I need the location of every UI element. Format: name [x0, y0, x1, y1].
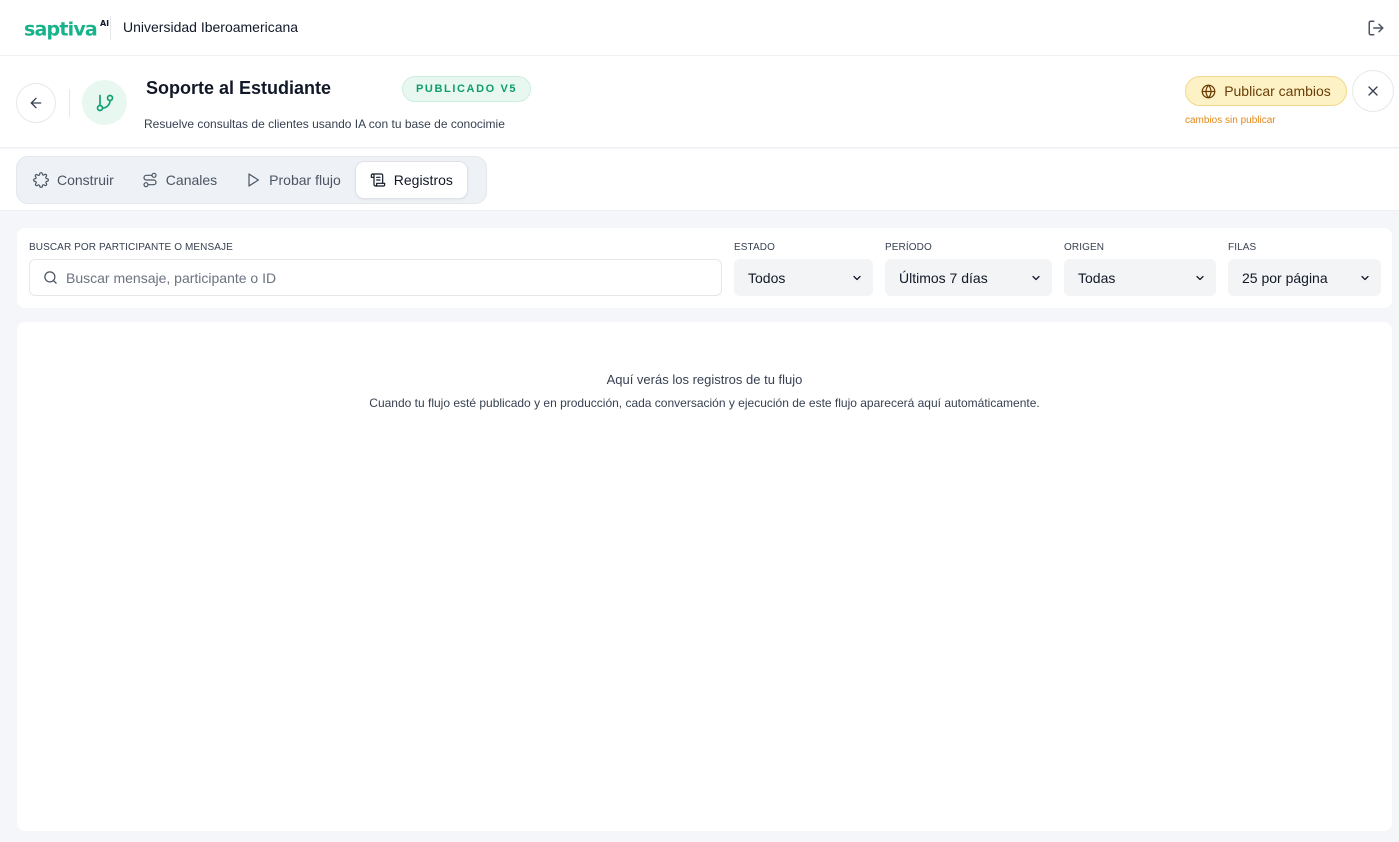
publish-changes-button[interactable]: Publicar cambios	[1185, 76, 1347, 106]
periodo-select[interactable]: Últimos 7 días	[885, 259, 1052, 296]
origen-value: Todas	[1078, 269, 1116, 286]
tab-construir[interactable]: Construir	[19, 161, 128, 199]
logout-icon[interactable]	[1367, 19, 1385, 37]
origen-label: ORIGEN	[1064, 242, 1105, 253]
tab-label: Construir	[57, 172, 114, 188]
tab-registros[interactable]: Registros	[354, 161, 468, 199]
git-branch-icon	[82, 80, 127, 125]
tab-probar-flujo[interactable]: Probar flujo	[231, 161, 355, 199]
publish-label: Publicar cambios	[1224, 83, 1331, 99]
divider	[110, 16, 111, 40]
play-icon	[248, 173, 260, 187]
chevron-down-icon	[1196, 275, 1204, 280]
brand-logo[interactable]: saptiva AI	[24, 14, 109, 41]
top-bar: saptiva AI Universidad Iberoamericana	[0, 0, 1399, 56]
scroll-icon	[370, 173, 386, 187]
tab-label: Registros	[393, 172, 453, 188]
puzzle-icon	[33, 172, 49, 188]
tab-label: Probar flujo	[269, 172, 341, 188]
empty-state-subtitle: Cuando tu flujo esté publicado y en prod…	[369, 396, 1040, 410]
filas-value: 25 por página	[1242, 269, 1328, 286]
estado-value: Todos	[748, 269, 786, 286]
periodo-value: Últimos 7 días	[899, 269, 988, 286]
chevron-down-icon	[1361, 275, 1369, 280]
globe-icon	[1201, 84, 1216, 98]
search-field[interactable]	[29, 259, 722, 296]
flow-header: Soporte al Estudiante PUBLICADO V5 Resue…	[0, 56, 1399, 148]
search-icon	[44, 271, 57, 284]
divider	[69, 89, 70, 117]
tab-label: Canales	[165, 172, 218, 188]
filas-label: FILAS	[1228, 242, 1257, 253]
page-title: Soporte al Estudiante	[146, 78, 332, 98]
tab-canales[interactable]: Canales	[128, 161, 231, 199]
close-icon	[1368, 86, 1378, 96]
logs-panel: Aquí verás los registros de tu flujo Cua…	[17, 322, 1392, 831]
search-input[interactable]	[66, 269, 686, 286]
back-button[interactable]	[16, 83, 56, 123]
estado-select[interactable]: Todos	[734, 259, 873, 296]
estado-label: ESTADO	[734, 242, 775, 253]
unpublished-note: cambios sin publicar	[1185, 115, 1276, 126]
tabs-area: Construir Canales Probar flujo Registros	[0, 149, 1399, 211]
close-button[interactable]	[1352, 70, 1394, 112]
status-badge: PUBLICADO V5	[402, 76, 532, 102]
tab-bar: Construir Canales Probar flujo Registros	[16, 156, 487, 204]
arrow-left-icon	[30, 97, 42, 109]
origen-select[interactable]: Todas	[1064, 259, 1216, 296]
empty-state-title: Aquí verás los registros de tu flujo	[606, 372, 803, 387]
filas-select[interactable]: 25 por página	[1228, 259, 1381, 296]
chevron-down-icon	[1032, 275, 1040, 280]
periodo-label: PERÍODO	[885, 242, 932, 253]
route-icon	[143, 172, 157, 188]
organization-name: Universidad Iberoamericana	[123, 19, 299, 35]
filters-panel: BUSCAR POR PARTICIPANTE O MENSAJE ESTADO…	[17, 228, 1392, 308]
chevron-down-icon	[853, 275, 861, 280]
search-label: BUSCAR POR PARTICIPANTE O MENSAJE	[29, 242, 233, 253]
flow-description: Resuelve consultas de clientes usando IA…	[144, 117, 505, 131]
